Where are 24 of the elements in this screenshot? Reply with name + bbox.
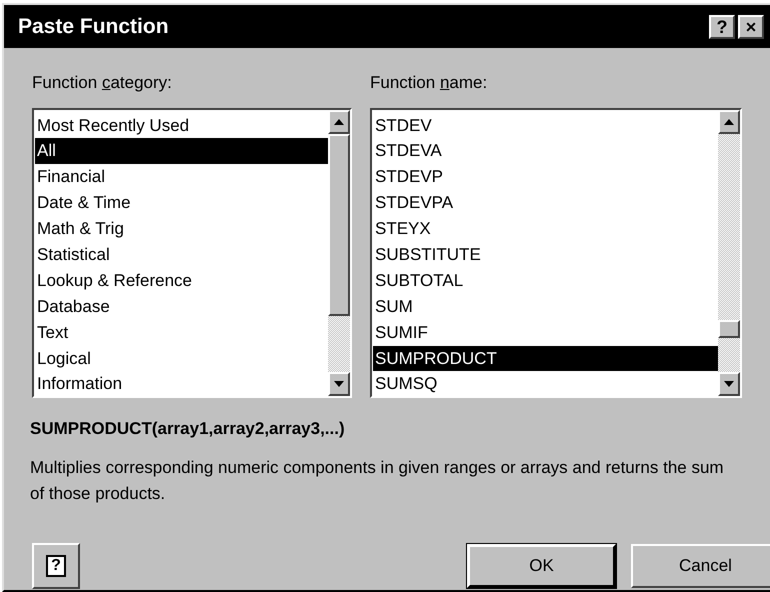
- list-label: Function category:: [32, 72, 173, 94]
- list-item[interactable]: All: [35, 138, 328, 164]
- cancel-button[interactable]: Cancel: [631, 544, 770, 588]
- help-title-button[interactable]: ?: [709, 14, 735, 38]
- down-arrow-icon: [724, 380, 734, 386]
- window-title: Paste Function: [18, 14, 169, 40]
- scrollbar[interactable]: [328, 110, 350, 396]
- scroll-down-button[interactable]: [718, 372, 740, 396]
- scroll-thumb[interactable]: [328, 134, 350, 316]
- up-arrow-icon: [334, 118, 344, 124]
- scroll-down-button[interactable]: [328, 372, 350, 396]
- help-button[interactable]: ?: [32, 543, 80, 589]
- function-description: Multiplies corresponding numeric components in given ranges or arrays and returns the sum of those products.: [30, 457, 725, 505]
- down-arrow-icon: [334, 380, 344, 386]
- function-signature: SUMPRODUCT(array1,array2,array3,...): [30, 418, 346, 440]
- scrollbar[interactable]: [718, 110, 740, 396]
- scroll-up-button[interactable]: [328, 110, 350, 134]
- up-arrow-icon: [724, 118, 734, 124]
- scroll-up-button[interactable]: [718, 110, 740, 134]
- scroll-thumb[interactable]: [718, 320, 740, 338]
- close-button[interactable]: ×: [738, 14, 764, 38]
- ok-button[interactable]: OK: [467, 544, 616, 588]
- list-item[interactable]: SUMPRODUCT: [373, 346, 718, 372]
- list-label: Function name:: [370, 72, 488, 94]
